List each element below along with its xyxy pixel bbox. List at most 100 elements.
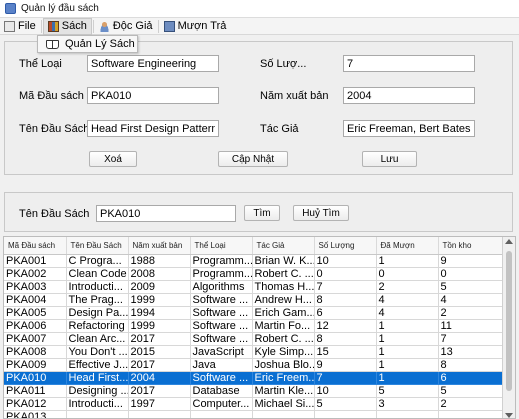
menu-doc-gia[interactable]: Độc Giả: [95, 18, 157, 35]
menu-sach[interactable]: Sách: [42, 17, 92, 35]
menu-muon-tra[interactable]: Mượn Trả: [160, 18, 231, 35]
table-cell: 0: [314, 267, 377, 281]
table-cell: 1: [376, 358, 439, 372]
table-row[interactable]: PKA007 Clean Arc... 2017 Software ... Robert…: [4, 332, 503, 346]
tim-button[interactable]: Tìm: [244, 205, 280, 221]
column-header[interactable]: Tác Giả: [252, 237, 315, 255]
xoa-button[interactable]: Xoá: [89, 151, 137, 167]
scroll-thumb[interactable]: [506, 251, 512, 391]
ma-dau-sach-field[interactable]: [87, 87, 219, 104]
table-cell: 4: [376, 306, 439, 320]
menu-separator: [92, 19, 94, 33]
ten-dau-sach-label: Tên Đầu Sách: [19, 123, 90, 135]
table-cell: 2017: [128, 332, 191, 346]
table-cell: 1: [376, 254, 439, 268]
table-cell: Design Pa...: [66, 306, 129, 320]
table-row[interactable]: PKA002 Clean Code 2008 Programm... Robert C.…: [4, 267, 503, 281]
table-row[interactable]: PKA008 You Don't ... 2015 JavaScript Kyle Si…: [4, 345, 503, 359]
column-header[interactable]: Tên Đầu Sách: [66, 237, 129, 255]
table-cell: [190, 410, 253, 418]
column-header[interactable]: Tồn kho: [438, 237, 503, 255]
the-loai-field[interactable]: [87, 55, 219, 72]
nam-xuat-ban-field[interactable]: [343, 87, 475, 104]
table-cell: 8: [314, 293, 377, 307]
scroll-up-arrow-icon[interactable]: [505, 239, 513, 244]
table-cell: 2017: [128, 384, 191, 398]
ten-dau-sach-field[interactable]: [87, 120, 219, 137]
table-cell: Computer...: [190, 397, 253, 411]
dropdown-quan-ly-sach[interactable]: Quản Lý Sách: [37, 35, 138, 53]
table-row[interactable]: PKA004 The Prag... 1999 Software ... Andrew …: [4, 293, 503, 307]
search-label: Tên Đầu Sách: [19, 208, 90, 220]
table-cell: Software ...: [190, 293, 253, 307]
table-cell: 5: [314, 397, 377, 411]
column-header[interactable]: Đã Mượn: [376, 237, 439, 255]
column-header[interactable]: Số Lượng: [314, 237, 377, 255]
table-cell: PKA002: [4, 267, 67, 281]
table-cell: Erich Gam...: [252, 306, 315, 320]
table-row[interactable]: PKA013: [4, 410, 503, 418]
menu-sach-label: Sách: [61, 20, 87, 32]
table-cell: Programm...: [190, 254, 253, 268]
open-book-icon: [46, 39, 59, 49]
cap-nhat-button[interactable]: Cập Nhật: [218, 151, 288, 167]
vertical-scrollbar[interactable]: [502, 237, 515, 418]
reader-icon: [98, 20, 110, 32]
table-cell: 5: [376, 384, 439, 398]
search-input[interactable]: [96, 205, 236, 222]
table-cell: PKA012: [4, 397, 67, 411]
table-cell: 13: [438, 345, 503, 359]
table-cell: PKA006: [4, 319, 67, 333]
table-cell: PKA011: [4, 384, 67, 398]
books-icon: [47, 20, 59, 32]
menu-separator: [157, 19, 159, 33]
table-cell: Head First...: [66, 371, 129, 385]
borrow-return-icon: [163, 20, 175, 32]
table-cell: You Don't ...: [66, 345, 129, 359]
table-cell: PKA007: [4, 332, 67, 346]
so-luong-field[interactable]: [343, 55, 475, 72]
table-cell: PKA009: [4, 358, 67, 372]
table-cell: Introducti...: [66, 397, 129, 411]
table-cell: Software ...: [190, 319, 253, 333]
table-row[interactable]: PKA001 C Progra... 1988 Programm... Brian W.…: [4, 254, 503, 268]
table-cell: 7: [314, 371, 377, 385]
table-row[interactable]: PKA011 Designing ... 2017 Database Martin Kl…: [4, 384, 503, 398]
table-cell: 9: [314, 358, 377, 372]
the-loai-label: Thể Loại: [19, 58, 62, 70]
table-cell: 7: [314, 280, 377, 294]
so-luong-label: Số Lượ...: [260, 58, 307, 70]
table-cell: Joshua Blo...: [252, 358, 315, 372]
table-row[interactable]: PKA009 Effective J... 2017 Java Joshua Blo..…: [4, 358, 503, 372]
table-row[interactable]: PKA010 Head First... 2004 Software ... Eric …: [4, 371, 503, 385]
table-row[interactable]: PKA006 Refactoring 1999 Software ... Martin …: [4, 319, 503, 333]
menu-file[interactable]: File: [0, 18, 40, 35]
table-cell: Andrew H...: [252, 293, 315, 307]
table-cell: 1994: [128, 306, 191, 320]
table-cell: 1997: [128, 397, 191, 411]
table-cell: 1: [376, 371, 439, 385]
column-header[interactable]: Mã Đầu sách: [4, 237, 67, 255]
column-header[interactable]: Năm xuất bản: [128, 237, 191, 255]
table-cell: 1: [376, 345, 439, 359]
luu-button[interactable]: Lưu: [362, 151, 417, 167]
table-cell: [252, 410, 315, 418]
huy-tim-button[interactable]: Huỷ Tìm: [293, 205, 349, 221]
table-cell: 2008: [128, 267, 191, 281]
tac-gia-field[interactable]: [343, 120, 475, 137]
table-cell: 1999: [128, 319, 191, 333]
table-row[interactable]: PKA003 Introducti... 2009 Algorithms Thomas …: [4, 280, 503, 294]
column-header[interactable]: Thể Loại: [190, 237, 253, 255]
scroll-down-arrow-icon[interactable]: [505, 413, 513, 418]
table-cell: Brian W. K...: [252, 254, 315, 268]
table-cell: 7: [438, 332, 503, 346]
table-cell: [66, 410, 129, 418]
table-cell: 2: [438, 306, 503, 320]
table-row[interactable]: PKA012 Introducti... 1997 Computer... Michae…: [4, 397, 503, 411]
table-cell: PKA003: [4, 280, 67, 294]
window-title: Quản lý đầu sách: [21, 3, 99, 14]
table-cell: Clean Code: [66, 267, 129, 281]
menu-file-label: File: [18, 20, 36, 32]
table-row[interactable]: PKA005 Design Pa... 1994 Software ... Erich …: [4, 306, 503, 320]
table-header-row: Mã Đầu sách Tên Đầu Sách Năm xuất bản Th…: [4, 237, 503, 255]
